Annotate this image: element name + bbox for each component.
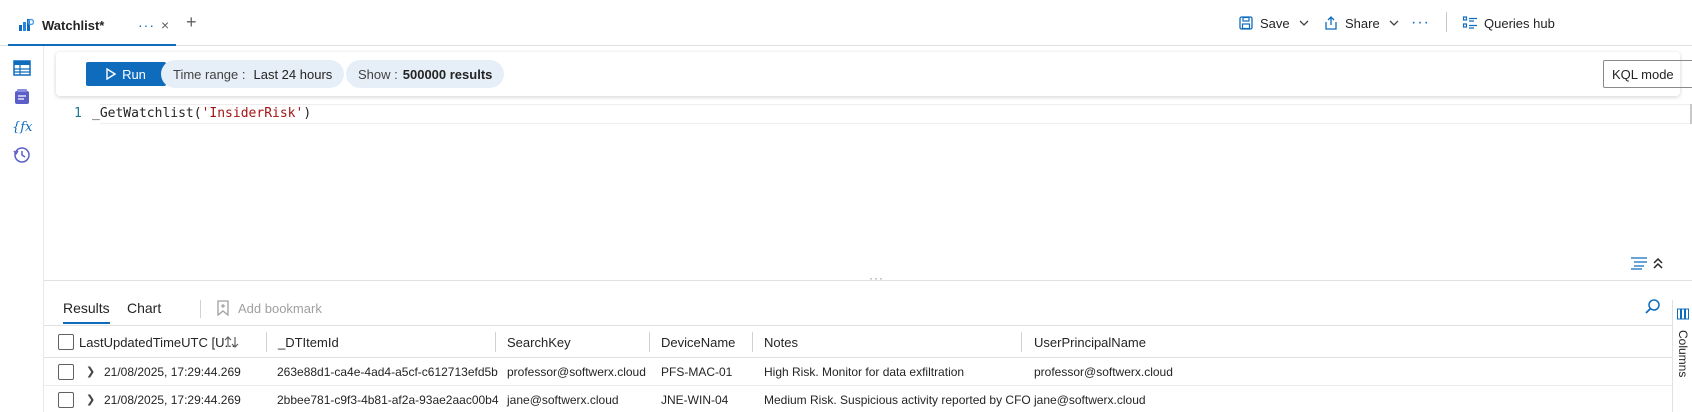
- cell-lastupdated: 21/08/2025, 17:29:44.269: [104, 365, 241, 379]
- add-tab-icon[interactable]: +: [186, 13, 197, 31]
- left-rail: {fx}: [0, 46, 44, 412]
- query-toolbar: Run Time range : Last 24 hours Show : 50…: [56, 52, 1692, 96]
- chevron-down-icon: [1389, 20, 1399, 26]
- column-header-notes[interactable]: Notes: [764, 335, 798, 350]
- queries-hub-icon: [1462, 16, 1477, 29]
- row-checkbox[interactable]: [58, 392, 74, 408]
- query-editor[interactable]: 1 _GetWatchlist('InsiderRisk'): [44, 100, 1692, 280]
- queries-hub-label: Queries hub: [1484, 15, 1555, 31]
- save-label: Save: [1260, 15, 1290, 31]
- result-limit-picker[interactable]: Show : 500000 results: [346, 60, 505, 88]
- kql-mode-value: KQL mode: [1612, 66, 1674, 82]
- column-divider[interactable]: [1021, 332, 1022, 352]
- current-line-highlight: [100, 104, 1692, 124]
- save-button[interactable]: Save: [1238, 0, 1316, 46]
- query-text[interactable]: _GetWatchlist('InsiderRisk'): [92, 106, 311, 121]
- table-row[interactable]: ❯ 21/08/2025, 17:29:44.269 2bbee781-c9f3…: [44, 386, 1690, 412]
- columns-label: Columns: [1676, 330, 1690, 378]
- run-button[interactable]: Run: [86, 62, 166, 86]
- share-icon: [1325, 16, 1337, 30]
- divider: [1446, 12, 1447, 32]
- code-string: 'InsiderRisk': [201, 106, 304, 121]
- cell-dtitemid: 263e88d1-ca4e-4ad4-a5cf-c612713efd5b: [277, 365, 498, 379]
- cell-dtitemid: 2bbee781-c9f3-4b81-af2a-93ae2aac00b4: [277, 393, 499, 407]
- column-divider[interactable]: [266, 332, 267, 352]
- add-bookmark-button[interactable]: Add bookmark: [216, 300, 322, 316]
- show-value: 500000 results: [402, 66, 493, 82]
- select-all-checkbox[interactable]: [58, 334, 74, 350]
- log-analytics-icon: [19, 18, 34, 31]
- grid-header: LastUpdatedTimeUTC [U... _DTItemId Searc…: [44, 326, 1690, 358]
- add-bookmark-label: Add bookmark: [238, 300, 322, 316]
- columns-panel-toggle[interactable]: Columns: [1672, 300, 1692, 412]
- cell-notes: Medium Risk. Suspicious activity reporte…: [764, 393, 1031, 407]
- column-header-dtitemid[interactable]: _DTItemId: [278, 335, 339, 350]
- column-header-userprincipalname[interactable]: UserPrincipalName: [1034, 335, 1146, 350]
- more-commands-icon[interactable]: ···: [1411, 0, 1430, 46]
- cell-devicename: JNE-WIN-04: [661, 393, 729, 407]
- time-range-label: Time range :: [173, 66, 246, 82]
- search-icon[interactable]: [1644, 298, 1662, 316]
- cell-lastupdated: 21/08/2025, 17:29:44.269: [104, 393, 241, 407]
- queries-icon[interactable]: [12, 87, 32, 107]
- divider: [200, 300, 201, 318]
- time-range-value: Last 24 hours: [253, 66, 333, 82]
- column-header-searchkey[interactable]: SearchKey: [507, 335, 571, 350]
- cell-devicename: PFS-MAC-01: [661, 365, 733, 379]
- chevron-down-icon: [1299, 20, 1309, 26]
- editor-tools: [1630, 256, 1664, 270]
- collapse-editor-icon[interactable]: [1652, 256, 1664, 270]
- table-row[interactable]: ❯ 21/08/2025, 17:29:44.269 263e88d1-ca4e…: [44, 358, 1690, 386]
- expand-row-icon[interactable]: ❯: [86, 365, 95, 378]
- bookmark-icon: [217, 300, 229, 316]
- splitter-handle-icon[interactable]: ···: [869, 271, 884, 285]
- save-icon: [1239, 16, 1253, 30]
- column-divider[interactable]: [495, 332, 496, 352]
- cell-userprincipalname: professor@softwerx.cloud: [1034, 365, 1173, 379]
- functions-icon[interactable]: {fx}: [12, 116, 32, 136]
- results-grid: LastUpdatedTimeUTC [U... _DTItemId Searc…: [44, 326, 1690, 412]
- top-tab-bar: Watchlist* ··· × + Save Share ··· Querie…: [0, 0, 1692, 46]
- code-suffix: ): [303, 106, 312, 121]
- column-header-devicename[interactable]: DeviceName: [661, 335, 735, 350]
- columns-icon: [1677, 308, 1689, 320]
- tab-title: Watchlist*: [42, 17, 105, 33]
- column-divider[interactable]: [752, 332, 753, 352]
- tab-chart[interactable]: Chart: [127, 300, 161, 316]
- tab-watchlist[interactable]: Watchlist* ··· ×: [8, 6, 176, 46]
- show-label: Show :: [358, 66, 398, 82]
- column-divider[interactable]: [649, 332, 650, 352]
- run-label: Run: [122, 66, 146, 82]
- svg-text:{fx}: {fx}: [12, 120, 32, 135]
- line-number: 1: [74, 106, 82, 121]
- format-query-icon[interactable]: [1630, 256, 1648, 270]
- query-history-icon[interactable]: [12, 145, 32, 165]
- time-range-picker[interactable]: Time range : Last 24 hours: [161, 60, 345, 88]
- kql-mode-dropdown[interactable]: KQL mode: [1603, 60, 1692, 88]
- cell-notes: High Risk. Monitor for data exfiltration: [764, 365, 965, 379]
- pane-splitter[interactable]: ···: [44, 271, 1692, 286]
- tab-close-icon[interactable]: ×: [161, 17, 169, 33]
- tab-results[interactable]: Results: [63, 300, 110, 324]
- cell-userprincipalname: jane@softwerx.cloud: [1034, 393, 1146, 407]
- tables-icon[interactable]: [12, 58, 32, 78]
- sort-icon[interactable]: [224, 335, 240, 349]
- tab-more-icon[interactable]: ···: [138, 17, 155, 33]
- results-tab-bar: Results Chart Add bookmark: [44, 292, 1692, 326]
- share-button[interactable]: Share: [1323, 0, 1406, 46]
- code-function: _GetWatchlist(: [92, 106, 202, 121]
- expand-row-icon[interactable]: ❯: [86, 393, 95, 406]
- cell-searchkey: professor@softwerx.cloud: [507, 365, 646, 379]
- column-header-lastupdated[interactable]: LastUpdatedTimeUTC [U...: [79, 335, 235, 350]
- cell-searchkey: jane@softwerx.cloud: [507, 393, 619, 407]
- share-label: Share: [1345, 15, 1380, 31]
- row-checkbox[interactable]: [58, 364, 74, 380]
- play-icon: [106, 68, 117, 80]
- queries-hub-button[interactable]: Queries hub: [1462, 0, 1555, 46]
